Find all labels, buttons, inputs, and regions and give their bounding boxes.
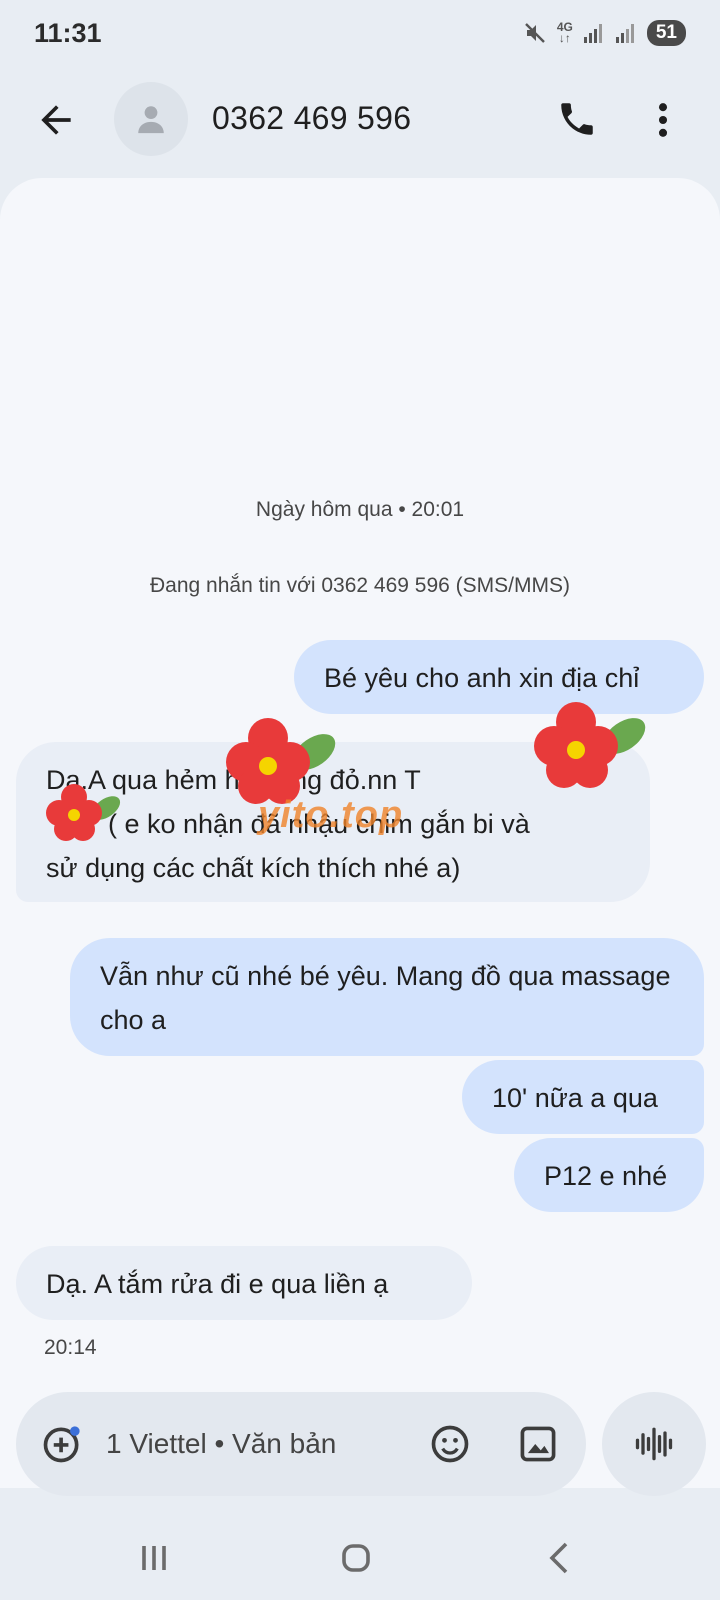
system-nav-bar xyxy=(0,1510,720,1600)
emoji-button[interactable] xyxy=(428,1422,472,1466)
contact-name[interactable]: 0362 469 596 xyxy=(212,100,411,137)
image-icon xyxy=(520,1426,556,1462)
watermark: yito.top xyxy=(258,794,404,836)
recents-icon xyxy=(142,1546,166,1570)
message-input[interactable]: 1 Viettel • Văn bản xyxy=(106,1392,426,1496)
flower-sticker-icon xyxy=(226,718,336,804)
message-text: P12 e nhé xyxy=(544,1161,668,1191)
back-button[interactable] xyxy=(34,98,78,142)
nav-home-button[interactable] xyxy=(332,1534,380,1582)
more-vert-icon xyxy=(658,103,668,137)
flower-sticker-icon xyxy=(46,784,121,841)
gallery-button[interactable] xyxy=(516,1422,560,1466)
signal-icon xyxy=(583,24,602,43)
status-time: 11:31 xyxy=(34,18,102,48)
nav-recents-button[interactable] xyxy=(130,1534,178,1582)
message-text: Bé yêu cho anh xin địa chỉ xyxy=(324,663,640,693)
message-list[interactable]: Ngày hôm qua • 20:01 Đang nhắn tin với 0… xyxy=(0,178,720,1488)
message-bubble-outgoing[interactable]: 10' nữa a qua xyxy=(462,1060,704,1134)
date-divider: Ngày hôm qua • 20:01 xyxy=(255,498,465,521)
more-options-button[interactable] xyxy=(648,98,678,142)
add-circle-icon xyxy=(43,1426,80,1463)
message-bubble-incoming[interactable]: Dạ. A tắm rửa đi e qua liền ạ xyxy=(16,1246,472,1320)
status-icons: 4G ↓↑ 51 xyxy=(523,20,686,46)
avatar[interactable] xyxy=(114,82,188,156)
message-text-line: sử dụng các chất kích thích nhé a) xyxy=(46,853,461,883)
message-bubble-outgoing[interactable]: Vẫn như cũ nhé bé yêu. Mang đồ qua massa… xyxy=(70,938,704,1056)
network-type: 4G ↓↑ xyxy=(556,20,573,45)
nav-back-icon xyxy=(549,1542,568,1574)
message-bubble-outgoing[interactable]: P12 e nhé xyxy=(514,1138,704,1212)
call-button[interactable] xyxy=(556,98,600,142)
sms-info-label: Đang nhắn tin với 0362 469 596 (SMS/MMS) xyxy=(150,574,570,597)
conversation-header: 0362 469 596 xyxy=(0,72,720,168)
home-icon xyxy=(342,1544,370,1572)
message-text: 10' nữa a qua xyxy=(492,1083,658,1113)
message-timestamp: 20:14 xyxy=(44,1336,97,1359)
voice-message-button[interactable] xyxy=(602,1392,706,1496)
person-icon xyxy=(138,106,164,134)
status-bar: 11:31 4G ↓↑ 51 xyxy=(0,0,720,70)
message-text: Dạ. A tắm rửa đi e qua liền ạ xyxy=(46,1269,389,1299)
flower-sticker-icon xyxy=(534,702,646,788)
nav-back-button[interactable] xyxy=(536,1534,584,1582)
message-composer: 1 Viettel • Văn bản xyxy=(16,1392,586,1496)
arrow-left-icon xyxy=(41,105,71,135)
signal-icon-2 xyxy=(615,24,634,43)
battery-indicator: 51 xyxy=(646,20,686,46)
mute-icon xyxy=(524,23,545,43)
message-text: Vẫn như cũ nhé bé yêu. Mang đồ qua massa… xyxy=(100,961,671,1035)
emoji-icon xyxy=(431,1425,469,1463)
add-attachment-button[interactable] xyxy=(40,1422,84,1466)
phone-icon xyxy=(561,103,593,135)
voice-wave-icon xyxy=(635,1427,673,1461)
